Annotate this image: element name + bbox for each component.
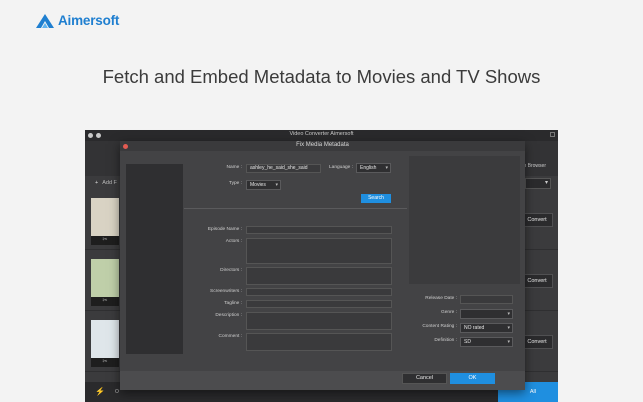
name-label: Name : xyxy=(226,165,242,170)
type-select[interactable]: Movies ▾ xyxy=(246,180,281,190)
chevron-down-icon: ▾ xyxy=(507,339,510,345)
chevron-down-icon: ▾ xyxy=(507,325,510,331)
language-label: Language : xyxy=(328,165,353,170)
directors-label: Directors : xyxy=(220,268,242,273)
definition-select[interactable]: SD ▾ xyxy=(460,337,513,347)
brand-name: Aimersoft xyxy=(58,13,120,28)
name-field[interactable]: ashley_he_said_she_said xyxy=(246,164,321,173)
definition-value: SD xyxy=(464,339,471,345)
trim-icon[interactable]: ✂ xyxy=(91,236,119,245)
search-button[interactable]: Search xyxy=(361,194,391,203)
content-rating-select[interactable]: NO rated ▾ xyxy=(460,323,513,333)
app-titlebar: Video Converter Aimersoft xyxy=(85,130,558,141)
brand-logo: Aimersoft xyxy=(36,13,119,28)
output-format-select[interactable] xyxy=(525,178,551,189)
add-files-label: Add F xyxy=(102,180,117,186)
chevron-down-icon: ▾ xyxy=(275,182,278,188)
app-window-title: Video Converter Aimersoft xyxy=(289,131,354,137)
content-rating-label: Content Rating : xyxy=(422,324,457,329)
lightning-icon[interactable]: ⚡ xyxy=(95,387,105,396)
window-fullscreen-button[interactable] xyxy=(550,132,555,137)
page-headline: Fetch and Embed Metadata to Movies and T… xyxy=(102,66,541,87)
actors-label: Actors : xyxy=(225,239,242,244)
fix-metadata-dialog: Fix Media Metadata Name : ashley_he_said… xyxy=(120,141,525,390)
video-thumbnail xyxy=(91,320,119,358)
convert-button[interactable]: Convert xyxy=(521,274,553,288)
type-value: Movies xyxy=(250,182,266,188)
media-browser-label[interactable]: n Browser xyxy=(523,163,546,169)
tagline-label: Tagline : xyxy=(224,301,242,306)
details-pane xyxy=(409,156,520,284)
ok-button[interactable]: OK xyxy=(450,373,495,384)
language-value: English xyxy=(360,165,377,171)
convert-button[interactable]: Convert xyxy=(521,213,553,227)
divider xyxy=(184,208,407,209)
comment-field[interactable] xyxy=(246,333,392,351)
video-thumbnail xyxy=(91,198,119,236)
aimersoft-logo-icon xyxy=(36,13,54,28)
poster-pane xyxy=(126,164,183,354)
genre-select[interactable]: ▾ xyxy=(460,309,513,319)
tagline-field[interactable] xyxy=(246,300,392,308)
definition-label: Definition : xyxy=(434,338,457,343)
description-label: Description : xyxy=(215,313,242,318)
comment-label: Comment : xyxy=(218,334,242,339)
actors-field[interactable] xyxy=(246,238,392,264)
output-label: O xyxy=(115,389,119,395)
release-date-field[interactable] xyxy=(460,295,513,304)
language-select[interactable]: English ▾ xyxy=(356,163,391,173)
add-files-button[interactable]: + Add F xyxy=(95,180,117,186)
dialog-titlebar: Fix Media Metadata xyxy=(120,141,525,151)
genre-label: Genre : xyxy=(441,310,457,315)
episode-name-label: Episode Name : xyxy=(207,227,242,232)
dialog-title: Fix Media Metadata xyxy=(296,142,349,148)
chevron-down-icon: ▾ xyxy=(385,165,388,171)
video-thumbnail xyxy=(91,259,119,297)
release-date-label: Release Date : xyxy=(425,296,457,301)
convert-button[interactable]: Convert xyxy=(521,335,553,349)
screenwriters-field[interactable] xyxy=(246,288,392,296)
trim-icon[interactable]: ✂ xyxy=(91,358,119,367)
dialog-body: Name : ashley_he_said_she_said Language … xyxy=(120,151,525,371)
plus-icon: + xyxy=(95,180,99,186)
type-label: Type : xyxy=(228,181,242,186)
screenwriters-label: Screenwriters : xyxy=(210,289,242,294)
description-field[interactable] xyxy=(246,312,392,330)
directors-field[interactable] xyxy=(246,267,392,285)
trim-icon[interactable]: ✂ xyxy=(91,297,119,306)
episode-name-field[interactable] xyxy=(246,226,392,234)
content-rating-value: NO rated xyxy=(464,325,485,331)
dialog-footer: Cancel OK xyxy=(120,371,525,390)
cancel-button[interactable]: Cancel xyxy=(402,373,447,384)
chevron-down-icon: ▾ xyxy=(507,311,510,317)
